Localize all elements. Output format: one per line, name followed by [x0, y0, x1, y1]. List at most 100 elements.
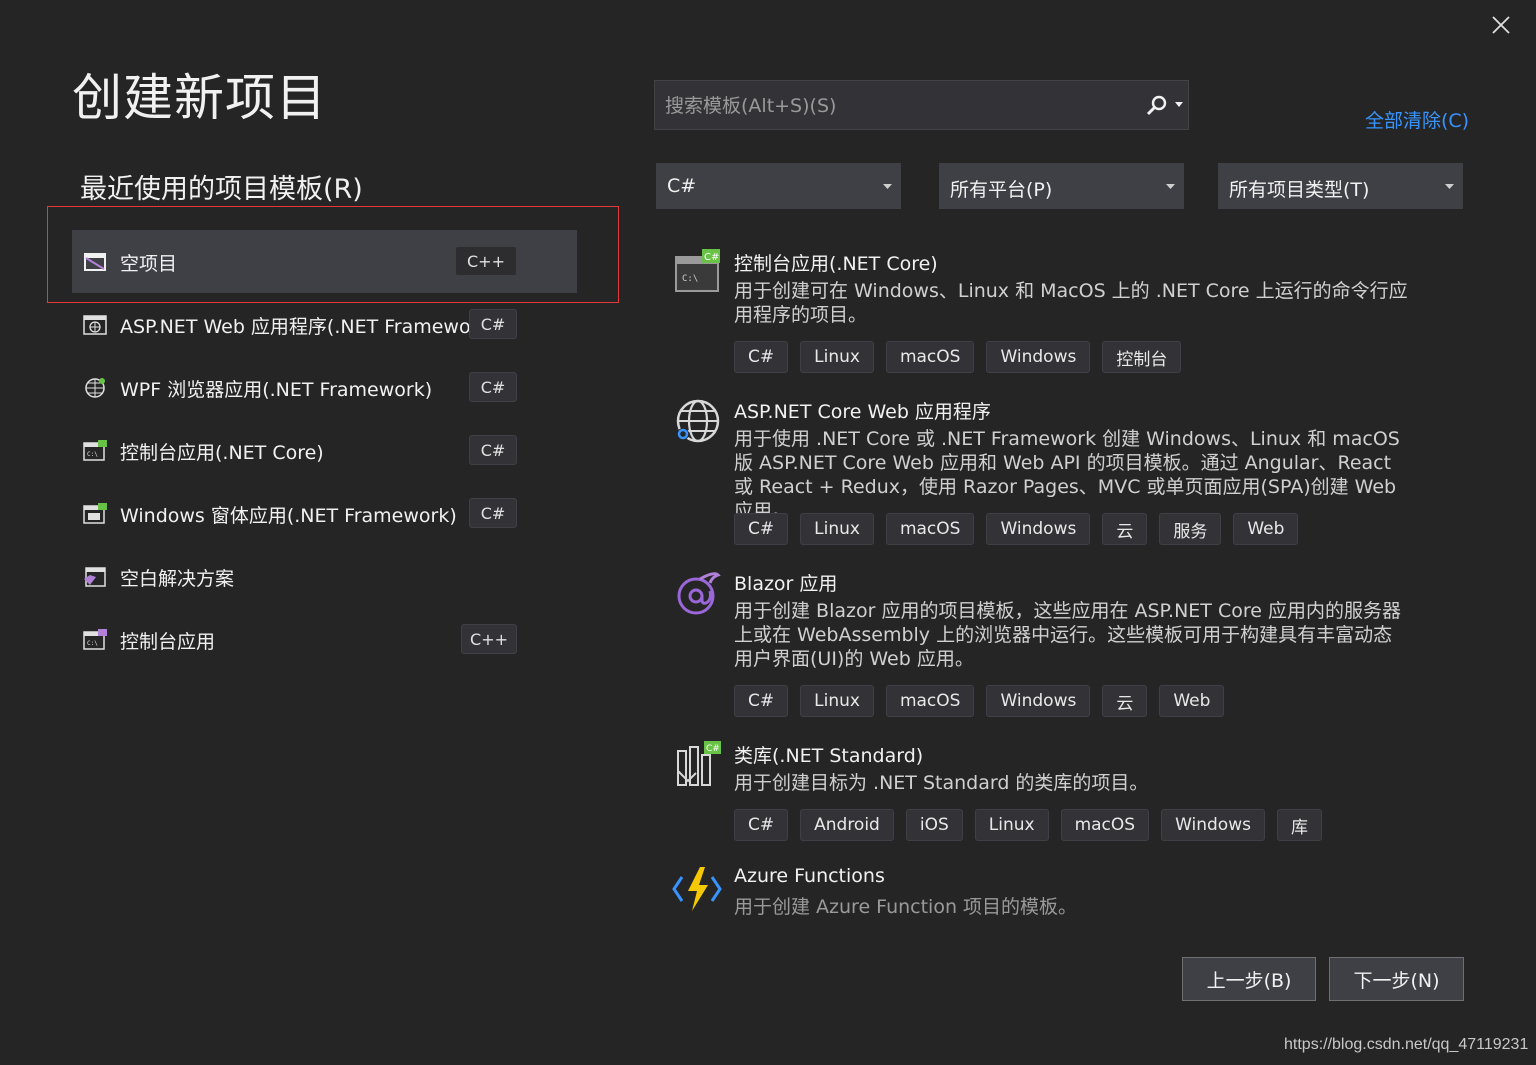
language-badge: C#: [469, 498, 517, 528]
template-description: 用于创建可在 Windows、Linux 和 MacOS 上的 .NET Cor…: [734, 280, 1408, 326]
template-azure-functions[interactable]: Azure Functions 用于创建 Azure Function 项目的模…: [672, 865, 1412, 925]
recent-item-winforms[interactable]: Windows 窗体应用(.NET Framework) C#: [72, 482, 577, 545]
tag: Web: [1159, 685, 1225, 717]
tag: 云: [1102, 513, 1148, 545]
clear-all-link[interactable]: 全部清除(C): [1365, 106, 1469, 133]
back-button[interactable]: 上一步(B): [1182, 957, 1316, 1001]
tag: Linux: [800, 341, 874, 373]
chevron-down-icon: [883, 184, 892, 189]
recent-item-label: ASP.NET Web 应用程序(.NET Framework): [120, 316, 497, 338]
platform-filter[interactable]: 所有平台(P): [939, 163, 1184, 209]
page-title: 创建新项目: [72, 69, 327, 127]
tag: C#: [734, 809, 789, 841]
tag: Android: [800, 809, 894, 841]
template-class-library[interactable]: C# 类库(.NET Standard) 用于创建目标为 .NET Standa…: [672, 741, 1412, 843]
winforms-icon: [83, 503, 107, 524]
recent-item-aspnet-web[interactable]: ASP.NET Web 应用程序(.NET Framework) C#: [72, 293, 577, 356]
tag: Windows: [986, 513, 1091, 545]
recent-templates-heading: 最近使用的项目模板(R): [80, 174, 363, 205]
blazor-icon: [677, 572, 721, 615]
tag: Linux: [800, 513, 874, 545]
search-input[interactable]: [663, 81, 1137, 131]
recent-item-label: 空项目: [120, 253, 178, 275]
chevron-down-icon: [1166, 184, 1175, 189]
template-description: 用于创建 Blazor 应用的项目模板，这些应用在 ASP.NET Core 应…: [734, 600, 1401, 670]
tag: macOS: [885, 685, 975, 717]
tag: Windows: [1161, 809, 1265, 841]
template-tags: C# Linux macOS Windows 云 服务 Web: [734, 513, 1299, 545]
platform-filter-value: 所有平台(P): [950, 179, 1053, 201]
tag: iOS: [905, 809, 963, 841]
language-filter[interactable]: C#: [656, 163, 901, 209]
tag: 控制台: [1102, 341, 1182, 373]
recent-item-label: 控制台应用(.NET Core): [120, 442, 324, 464]
watermark: https://blog.csdn.net/qq_47119231: [1284, 1036, 1529, 1053]
azure-functions-icon: [672, 867, 722, 911]
recent-item-console-cpp[interactable]: C:\ 控制台应用 C++: [72, 608, 577, 671]
chevron-down-icon: [1445, 184, 1454, 189]
recent-item-empty-project[interactable]: 空项目 C++: [72, 230, 577, 293]
language-badge: C++: [455, 246, 517, 276]
chevron-down-icon[interactable]: [1175, 102, 1183, 108]
recent-item-label: Windows 窗体应用(.NET Framework): [120, 505, 457, 527]
template-description: 用于创建目标为 .NET Standard 的类库的项目。: [734, 772, 1149, 794]
tag: C#: [734, 513, 789, 545]
language-badge: C#: [469, 435, 517, 465]
tag: macOS: [885, 513, 975, 545]
console-app-icon: C:\ C#: [675, 249, 720, 292]
language-badge: C#: [469, 309, 517, 339]
tag: Web: [1233, 513, 1299, 545]
template-aspnet-core-web[interactable]: ASP.NET Core Web 应用程序 用于使用 .NET Core 或 .…: [672, 397, 1412, 547]
template-blazor[interactable]: Blazor 应用 用于创建 Blazor 应用的项目模板，这些应用在 ASP.…: [672, 569, 1412, 719]
recent-item-wpf-browser[interactable]: WPF 浏览器应用(.NET Framework) C#: [72, 356, 577, 419]
recent-item-blank-solution[interactable]: 空白解决方案: [72, 545, 577, 608]
recent-templates-list: 空项目 C++ ASP.NET Web 应用程序(.NET Framework)…: [72, 230, 577, 671]
empty-project-icon: [84, 253, 106, 271]
language-badge: C++: [461, 624, 517, 654]
tag: Linux: [974, 809, 1049, 841]
recent-item-label: 控制台应用: [120, 631, 216, 653]
tag: macOS: [1060, 809, 1150, 841]
next-button[interactable]: 下一步(N): [1329, 957, 1464, 1001]
template-name: Blazor 应用: [734, 573, 838, 595]
template-description: 用于创建 Azure Function 项目的模板。: [734, 896, 1078, 918]
tag: C#: [734, 685, 789, 717]
svg-text:C:\: C:\: [87, 451, 98, 458]
search-icon[interactable]: [1145, 95, 1169, 117]
tag: C#: [734, 341, 789, 373]
tag: Linux: [800, 685, 874, 717]
svg-text:C#: C#: [706, 744, 720, 754]
console-csharp-icon: C:\: [83, 440, 107, 461]
tag: 服务: [1159, 513, 1222, 545]
svg-text:C#: C#: [704, 252, 719, 263]
template-description: 用于使用 .NET Core 或 .NET Framework 创建 Windo…: [734, 428, 1400, 522]
web-app-icon: [83, 315, 107, 335]
template-tags: C# Linux macOS Windows 控制台: [734, 341, 1182, 373]
svg-text:C:\: C:\: [87, 640, 98, 647]
recent-item-label: WPF 浏览器应用(.NET Framework): [120, 379, 433, 401]
tag: 库: [1276, 809, 1322, 841]
project-type-filter[interactable]: 所有项目类型(T): [1218, 163, 1463, 209]
globe-icon: [676, 399, 720, 443]
console-cpp-icon: C:\: [83, 629, 107, 650]
template-tags: C# Linux macOS Windows 云 Web: [734, 685, 1225, 717]
tag: Windows: [986, 341, 1091, 373]
language-filter-value: C#: [667, 175, 697, 197]
svg-text:C:\: C:\: [682, 274, 698, 284]
project-type-filter-value: 所有项目类型(T): [1229, 179, 1370, 201]
template-name: 类库(.NET Standard): [734, 745, 924, 767]
template-name: 控制台应用(.NET Core): [734, 253, 938, 275]
wpf-browser-icon: [85, 378, 105, 398]
tag: macOS: [885, 341, 975, 373]
recent-item-console-netcore[interactable]: C:\ 控制台应用(.NET Core) C#: [72, 419, 577, 482]
class-library-icon: C#: [677, 741, 721, 786]
search-box[interactable]: [654, 80, 1189, 131]
template-console-netcore[interactable]: C:\ C# 控制台应用(.NET Core) 用于创建可在 Windows、L…: [672, 249, 1412, 374]
blank-solution-icon: [84, 567, 106, 587]
close-icon[interactable]: [1488, 12, 1514, 38]
template-name: Azure Functions: [734, 865, 885, 887]
tag: Windows: [986, 685, 1091, 717]
tag: 云: [1102, 685, 1148, 717]
recent-item-label: 空白解决方案: [120, 568, 235, 590]
language-badge: C#: [469, 372, 517, 402]
